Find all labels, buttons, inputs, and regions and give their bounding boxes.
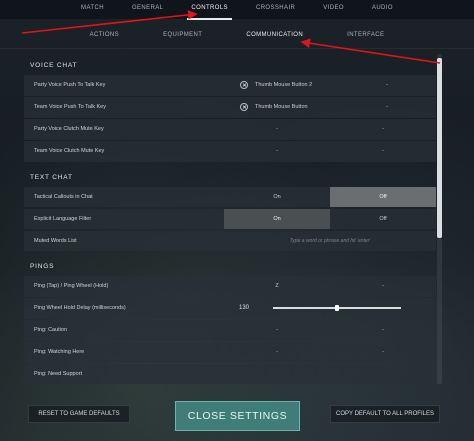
tab-general[interactable]: GENERAL	[118, 0, 177, 20]
setting-label: Ping Wheel Hold Delay (milliseconds)	[34, 305, 126, 312]
keybind-primary[interactable]: -	[224, 342, 330, 363]
keybind-primary[interactable]: -	[224, 320, 330, 341]
tab-controls[interactable]: CONTROLS	[177, 0, 242, 20]
tab-match[interactable]: MATCH	[67, 0, 118, 20]
keybind-secondary[interactable]: -	[338, 75, 436, 96]
subtab-interface[interactable]: INTERFACE	[325, 22, 406, 48]
subtab-communication[interactable]: COMMUNICATION	[224, 22, 325, 48]
setting-label: Team Voice Clutch Mute Key	[34, 148, 105, 155]
muted-words-input[interactable]: Type a word or phrase and hit 'enter'	[224, 231, 436, 252]
setting-row: Explicit Language Filter On Off	[24, 208, 436, 230]
setting-label: Tactical Callouts in Chat	[34, 193, 93, 200]
toggle-on-option[interactable]: On	[224, 208, 330, 229]
keybind-secondary[interactable]: -	[330, 141, 436, 162]
setting-label: Muted Words List	[34, 237, 77, 244]
toggle-off-option[interactable]: Off	[330, 209, 436, 230]
setting-label: Party Voice Clutch Mute Key	[34, 126, 104, 133]
setting-row: Tactical Callouts in Chat On Off	[24, 186, 436, 208]
delay-slider-group: 130	[224, 305, 436, 312]
footer-bar: RESET TO GAME DEFAULTS CLOSE SETTINGS CO…	[0, 398, 474, 441]
keybind-primary[interactable]: Z	[224, 276, 330, 297]
scrollbar-thumb[interactable]	[437, 58, 442, 238]
keybind-secondary[interactable]: -	[330, 320, 436, 341]
setting-label: Explicit Language Filter	[34, 215, 92, 222]
setting-row: Ping: Caution - -	[24, 320, 436, 341]
settings-panel: VOICE CHAT Party Voice Push To Talk Key …	[24, 54, 436, 384]
setting-row: Party Voice Clutch Mute Key - -	[24, 119, 436, 140]
subtab-actions[interactable]: ACTIONS	[68, 22, 141, 48]
clear-icon[interactable]	[240, 103, 248, 112]
sub-nav: ACTIONS EQUIPMENT COMMUNICATION INTERFAC…	[0, 22, 474, 48]
keybind-primary[interactable]: Thumb Mouse Button 2	[224, 75, 338, 96]
settings-scrollbar[interactable]	[437, 54, 442, 384]
section-title-text-chat: TEXT CHAT	[30, 173, 73, 181]
setting-label: Ping: Caution	[34, 327, 68, 334]
section-title-voice-chat: VOICE CHAT	[30, 62, 78, 69]
clear-icon[interactable]	[240, 81, 248, 90]
delay-slider[interactable]	[273, 305, 401, 312]
keybind-secondary[interactable]: -	[338, 97, 436, 118]
keybind-secondary[interactable]: -	[330, 342, 436, 363]
keybind-secondary[interactable]: -	[330, 119, 436, 140]
keybind-value: Thumb Mouse Button 2	[255, 82, 313, 89]
setting-row: Ping: Watching Here - -	[24, 342, 436, 363]
slider-thumb[interactable]	[335, 305, 339, 312]
setting-label: Ping: Need Support	[34, 371, 83, 378]
keybind-primary[interactable]: Thumb Mouse Button	[224, 97, 338, 118]
setting-row: Party Voice Push To Talk Key Thumb Mouse…	[24, 75, 436, 96]
setting-label: Ping: Watching Here	[34, 349, 85, 356]
setting-label: Party Voice Push To Talk Key	[34, 82, 106, 89]
setting-label: Ping (Tap) / Ping Wheel (Hold)	[34, 283, 109, 290]
subtab-equipment[interactable]: EQUIPMENT	[141, 22, 224, 48]
keybind-value: Thumb Mouse Button	[255, 104, 308, 111]
section-title-pings: PINGS	[30, 263, 55, 270]
reset-defaults-button[interactable]: RESET TO GAME DEFAULTS	[28, 405, 130, 423]
close-settings-button[interactable]: CLOSE SETTINGS	[175, 401, 300, 431]
slider-value: 130	[239, 305, 250, 312]
setting-row: Ping: Need Support	[24, 364, 436, 384]
toggle-off-option[interactable]: Off	[330, 186, 436, 207]
copy-to-profiles-button[interactable]: COPY DEFAULT TO ALL PROFILES	[330, 405, 440, 423]
top-nav: MATCH GENERAL CONTROLS CROSSHAIR VIDEO A…	[0, 0, 474, 20]
keybind-secondary[interactable]: -	[330, 276, 436, 297]
setting-row: Team Voice Clutch Mute Key - -	[24, 141, 436, 162]
muted-words-placeholder: Type a word or phrase and hit 'enter'	[289, 237, 371, 244]
tab-crosshair[interactable]: CROSSHAIR	[242, 0, 309, 20]
nav-divider	[0, 48, 474, 49]
keybind-primary[interactable]: -	[224, 141, 330, 162]
setting-row: Ping Wheel Hold Delay (milliseconds) 130	[24, 298, 436, 319]
setting-label: Team Voice Push To Talk Key	[34, 104, 106, 111]
tab-video[interactable]: VIDEO	[309, 0, 358, 20]
tab-audio[interactable]: AUDIO	[358, 0, 407, 20]
toggle-on-option[interactable]: On	[224, 187, 330, 208]
setting-row: Muted Words List Type a word or phrase a…	[24, 230, 436, 252]
setting-row: Team Voice Push To Talk Key Thumb Mouse …	[24, 97, 436, 118]
setting-row: Ping (Tap) / Ping Wheel (Hold) Z -	[24, 276, 436, 297]
keybind-primary[interactable]: -	[224, 119, 330, 140]
